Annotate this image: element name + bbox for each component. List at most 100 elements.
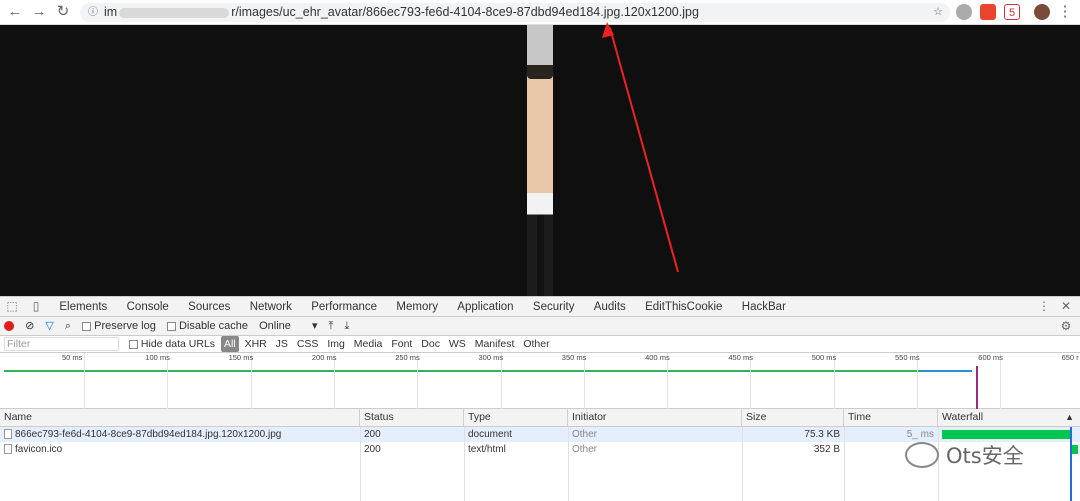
extension-icon[interactable] [956, 4, 972, 20]
column-waterfall[interactable]: Waterfall [938, 409, 1080, 426]
filter-type-xhr[interactable]: XHR [242, 336, 270, 352]
export-icon[interactable]: ⤓ [340, 317, 353, 335]
clear-icon[interactable]: ⊘ [21, 317, 38, 335]
throttle-select[interactable]: Online ▾ [255, 317, 321, 335]
request-initiator: Other [572, 429, 598, 440]
device-toggle-icon[interactable]: ▯ [24, 297, 48, 316]
browser-toolbar: ← → ↻ ⓘ im r/images/uc_ehr_avatar/866ec79… [0, 0, 1080, 25]
checkbox-icon [166, 321, 176, 331]
extension-badge-icon[interactable]: 5 [1004, 4, 1020, 20]
column-initiator[interactable]: Initiator [568, 409, 742, 426]
bookmark-star-icon[interactable]: ☆ [930, 4, 946, 20]
avatar-suit [537, 215, 544, 296]
request-size: 352 B [813, 444, 840, 455]
tab-application[interactable]: Application [449, 298, 521, 317]
request-time: 5_ ms [906, 429, 934, 440]
timeline-tick-label: 550 ms [895, 353, 920, 362]
filter-type-all[interactable]: All [220, 336, 239, 352]
inspect-icon[interactable]: ⬚ [0, 297, 24, 316]
filter-type-manifest[interactable]: Manifest [472, 336, 518, 352]
back-icon[interactable]: ← [6, 3, 24, 21]
redacted-host [119, 7, 230, 18]
watermark-text: Ots安全 [946, 444, 1024, 468]
sort-icon[interactable]: ▲ [1065, 409, 1074, 426]
timeline-tick-label: 100 ms [145, 353, 170, 362]
timeline-tick-label: 50 ms [62, 353, 83, 362]
close-icon[interactable]: ✕ [1054, 297, 1078, 316]
tab-sources[interactable]: Sources [180, 298, 238, 317]
timeline-gridline [84, 353, 85, 409]
timeline-tick-label: 450 ms [728, 353, 753, 362]
address-bar[interactable]: ⓘ im r/images/uc_ehr_avatar/866ec793-fe6d… [80, 3, 950, 22]
filter-type-css[interactable]: CSS [294, 336, 322, 352]
timeline-overview[interactable]: 50 ms 100 ms 150 ms 200 ms 250 ms 300 ms 350 m… [0, 353, 1080, 409]
tab-audits[interactable]: Audits [586, 298, 634, 317]
table-row[interactable]: 866ec793-fe6d-4104-8ce9-87dbd94ed184.jpg… [0, 427, 1080, 442]
column-time[interactable]: Time [844, 409, 938, 426]
extension-icon[interactable] [980, 4, 996, 20]
filter-input[interactable]: Filter [4, 337, 119, 351]
url-prefix: im [104, 5, 118, 19]
throttle-value: Online [259, 320, 291, 332]
devtools-tabs: ⬚ ▯ Elements Console Sources Network Perf… [0, 297, 1080, 319]
forward-icon[interactable]: → [30, 3, 48, 21]
timeline-tick-label: 650 r [1061, 353, 1079, 362]
import-icon[interactable]: ⤒ [325, 317, 338, 335]
domcontentloaded-marker [1070, 427, 1072, 501]
filter-type-doc[interactable]: Doc [418, 336, 443, 352]
filter-bar: Filter Hide data URLs All XHR JS CSS Img… [0, 336, 1080, 353]
tab-elements[interactable]: Elements [51, 298, 115, 317]
filter-type-other[interactable]: Other [520, 336, 552, 352]
profile-avatar[interactable] [1034, 4, 1050, 20]
column-divider [568, 427, 569, 501]
tab-security[interactable]: Security [525, 298, 583, 317]
hide-data-urls-checkbox[interactable]: Hide data URLs [126, 336, 218, 352]
request-name: 866ec793-fe6d-4104-8ce9-87dbd94ed184.jpg… [15, 429, 282, 440]
timeline-tick-label: 400 ms [645, 353, 670, 362]
extension-badge-count: 5 [1008, 7, 1016, 19]
filter-type-js[interactable]: JS [273, 336, 291, 352]
column-divider [464, 427, 465, 501]
column-name[interactable]: Name [0, 409, 360, 426]
tab-network[interactable]: Network [241, 298, 300, 319]
hide-data-urls-label: Hide data URLs [140, 338, 216, 350]
request-status: 200 [364, 444, 381, 455]
tab-editthiscookie[interactable]: EditThisCookie [637, 298, 730, 317]
column-divider [360, 427, 361, 501]
request-table-header: Name Status Type Initiator Size Time Wat… [0, 409, 1080, 427]
preserve-log-checkbox[interactable]: Preserve log [78, 317, 160, 335]
timeline-tick-label: 250 ms [395, 353, 420, 362]
record-icon [4, 321, 14, 332]
checkbox-icon [128, 339, 138, 349]
search-icon[interactable]: ⌕ [61, 317, 75, 335]
column-status[interactable]: Status [360, 409, 464, 426]
column-type[interactable]: Type [464, 409, 568, 426]
reload-icon[interactable]: ↻ [54, 3, 72, 21]
tab-hackbar[interactable]: HackBar [734, 298, 794, 317]
disable-cache-checkbox[interactable]: Disable cache [163, 317, 252, 335]
chevron-down-icon: ▾ [311, 320, 318, 332]
tab-memory[interactable]: Memory [388, 298, 446, 317]
info-icon[interactable]: ⓘ [88, 3, 98, 22]
timeline-tick-label: 350 ms [561, 353, 587, 362]
filter-type-font[interactable]: Font [388, 336, 415, 352]
gear-icon[interactable]: ⚙ [1054, 317, 1078, 336]
column-divider [742, 427, 743, 501]
timeline-tick-label: 600 ms [978, 353, 1003, 362]
filter-type-media[interactable]: Media [351, 336, 386, 352]
column-size[interactable]: Size [742, 409, 844, 426]
filter-type-img[interactable]: Img [324, 336, 348, 352]
disable-cache-label: Disable cache [178, 320, 249, 332]
menu-icon[interactable]: ⋮ [1056, 3, 1074, 21]
tab-performance[interactable]: Performance [303, 298, 385, 317]
record-button[interactable] [0, 317, 18, 335]
wechat-logo-icon [905, 442, 939, 468]
filter-type-ws[interactable]: WS [446, 336, 469, 352]
document-icon [4, 444, 12, 455]
tab-console[interactable]: Console [119, 298, 177, 317]
avatar-image [527, 25, 553, 296]
load-event-marker [976, 366, 978, 409]
devtools-menu-icon[interactable]: ⋮ [1032, 297, 1056, 316]
filter-icon[interactable]: ▽ [41, 317, 57, 335]
waterfall-bar [1072, 445, 1078, 454]
